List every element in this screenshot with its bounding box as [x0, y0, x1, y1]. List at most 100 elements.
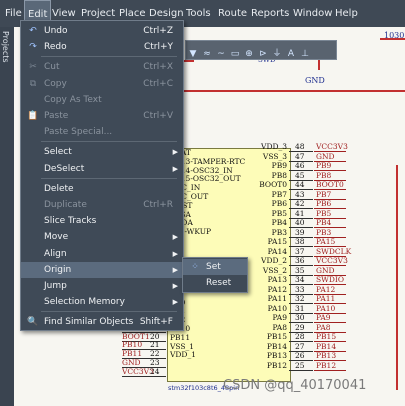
net-label[interactable]: PB14	[316, 342, 336, 351]
menu-item-label: Paste	[44, 111, 69, 121]
menu-item-redo[interactable]: ↷ Redo Ctrl+Y	[21, 39, 183, 55]
menu-item-deselect[interactable]: DeSelect ▶	[21, 161, 183, 177]
menu-item-label: Undo	[44, 26, 68, 36]
menu-item-jump[interactable]: Jump ▶	[21, 278, 183, 294]
redo-icon: ↷	[29, 42, 37, 53]
menu-item-label: Copy As Text	[44, 94, 102, 105]
right-pin-label: PB6	[271, 199, 287, 208]
right-pin-label: PB4	[271, 218, 287, 227]
menu-tools[interactable]: Tools	[183, 0, 214, 27]
menu-item-copy-as-text[interactable]: Copy As Text	[21, 92, 183, 108]
wire[interactable]	[182, 90, 405, 92]
menu-item-duplicate[interactable]: Duplicate Ctrl+R	[21, 197, 183, 213]
pin-number: 38	[295, 237, 305, 246]
net-label[interactable]: BOOT0	[316, 180, 344, 189]
shortcut-label: Ctrl+X	[143, 62, 173, 73]
submenu-item-set[interactable]: ⁘ Set	[183, 259, 247, 275]
menu-item-label: Select	[44, 147, 72, 158]
left-pin-label: PB11	[170, 332, 191, 342]
right-pin-label: PA8	[272, 322, 287, 332]
menu-item-label: Jump	[44, 281, 67, 291]
shortcut-label: Ctrl+Y	[143, 42, 173, 53]
net-label[interactable]: PB8	[316, 171, 331, 180]
net-label[interactable]: PA10	[316, 304, 335, 313]
right-pin-label: VDD_3	[261, 142, 287, 151]
pin-number: 39	[295, 227, 305, 237]
net-label[interactable]: PA11	[316, 294, 335, 303]
net-label[interactable]: GND	[316, 266, 335, 275]
menu-separator	[41, 56, 177, 58]
net-label[interactable]: PB10	[122, 340, 142, 349]
net-label[interactable]: SWDIO	[316, 275, 344, 284]
menu-item-label: Duplicate	[44, 200, 87, 210]
pin-number: 45	[295, 170, 305, 180]
net-label[interactable]: PB5	[316, 209, 331, 218]
menu-item-label: Redo	[44, 42, 67, 53]
net-label[interactable]: PB6	[316, 199, 331, 208]
menu-window[interactable]: Window	[290, 0, 335, 27]
filter-icon[interactable]: ▼	[186, 45, 200, 63]
menu-item-select[interactable]: Select ▶	[21, 144, 183, 160]
net-label[interactable]: BOOT1	[122, 332, 150, 341]
net-label[interactable]: PB7	[316, 190, 331, 199]
shortcut-label: Ctrl+C	[143, 78, 173, 89]
menu-item-paste[interactable]: 📋 Paste Ctrl+V	[21, 108, 183, 124]
pin-number: 22	[150, 349, 160, 359]
net-label[interactable]: PA15	[316, 237, 335, 246]
gnd-icon[interactable]: ⏚	[270, 45, 284, 63]
menu-help[interactable]: Help	[332, 0, 361, 27]
menu-item-label: Origin	[44, 264, 72, 275]
net-label[interactable]: SWDCLK	[316, 247, 351, 256]
right-pin-label: PA15	[267, 237, 287, 246]
text-icon[interactable]: A	[284, 45, 298, 63]
menu-item-origin[interactable]: Origin ▶	[21, 261, 183, 278]
menu-item-selection-memory[interactable]: Selection Memory ▶	[21, 294, 183, 310]
net-label[interactable]: PB13	[316, 351, 336, 360]
submenu-item-reset[interactable]: Reset	[183, 275, 247, 291]
net-label[interactable]: PA9	[316, 313, 331, 322]
net-label[interactable]: PB3	[316, 228, 331, 237]
net-label[interactable]: PA8	[316, 323, 331, 332]
wire[interactable]	[396, 165, 398, 390]
right-pin-label: VSS_2	[262, 265, 287, 275]
menu-item-move[interactable]: Move ▶	[21, 229, 183, 245]
set-origin-icon: ⁘	[191, 262, 199, 272]
power-icon[interactable]: ⊥	[298, 45, 312, 63]
port-icon[interactable]: ⊳	[256, 45, 270, 63]
right-pin-label: PA13	[267, 275, 287, 284]
menu-item-delete[interactable]: Delete	[21, 181, 183, 197]
net-label[interactable]: PB9	[316, 161, 331, 170]
pin-number: 42	[295, 199, 305, 208]
wire-icon[interactable]: ~	[214, 45, 228, 63]
net-label[interactable]: PA12	[316, 285, 335, 294]
menu-item-slice-tracks[interactable]: Slice Tracks	[21, 213, 183, 229]
net-label[interactable]: GND	[316, 152, 335, 161]
route-icon[interactable]: ≈	[200, 45, 214, 63]
net-label[interactable]: VCC3V3	[316, 142, 348, 151]
menu-item-copy[interactable]: ⧉ Copy Ctrl+C	[21, 76, 183, 92]
menu-item-cut[interactable]: ✂ Cut Ctrl+X	[21, 59, 183, 75]
submenu-item-label: Reset	[206, 278, 232, 288]
menu-item-paste-special[interactable]: Paste Special...	[21, 124, 183, 140]
shortcut-label: Ctrl+R	[143, 200, 173, 210]
menu-item-find-similar-objects[interactable]: 🔍 Find Similar Objects Shift+F	[21, 314, 183, 330]
right-pin-label: PA11	[267, 294, 287, 303]
net-label[interactable]: VCC3V3	[316, 256, 348, 265]
right-pin-label: PA9	[272, 313, 287, 322]
projects-panel-tab[interactable]: Projects	[0, 27, 14, 406]
net-label[interactable]: PB12	[316, 361, 336, 370]
net-label[interactable]: GND	[122, 358, 141, 367]
pin-number: 34	[295, 275, 305, 284]
net-icon[interactable]: ⊕	[242, 45, 256, 63]
menu-item-undo[interactable]: ↶ Undo Ctrl+Z	[21, 23, 183, 39]
net-label[interactable]: PB4	[316, 218, 331, 227]
active-bar-toolbar: ▼ ≈ ~ ▭ ⊕ ⊳ ⏚ A ⊥	[185, 40, 337, 60]
net-label[interactable]: PB15	[316, 332, 336, 341]
right-pin-label: PB14	[266, 341, 287, 351]
origin-submenu: ⁘ Set Reset	[182, 257, 248, 293]
menu-item-align[interactable]: Align ▶	[21, 246, 183, 262]
bus-icon[interactable]: ▭	[228, 45, 242, 63]
menu-route[interactable]: Route	[215, 0, 250, 27]
net-label[interactable]: PB11	[122, 349, 142, 358]
menu-reports[interactable]: Reports	[248, 0, 292, 27]
